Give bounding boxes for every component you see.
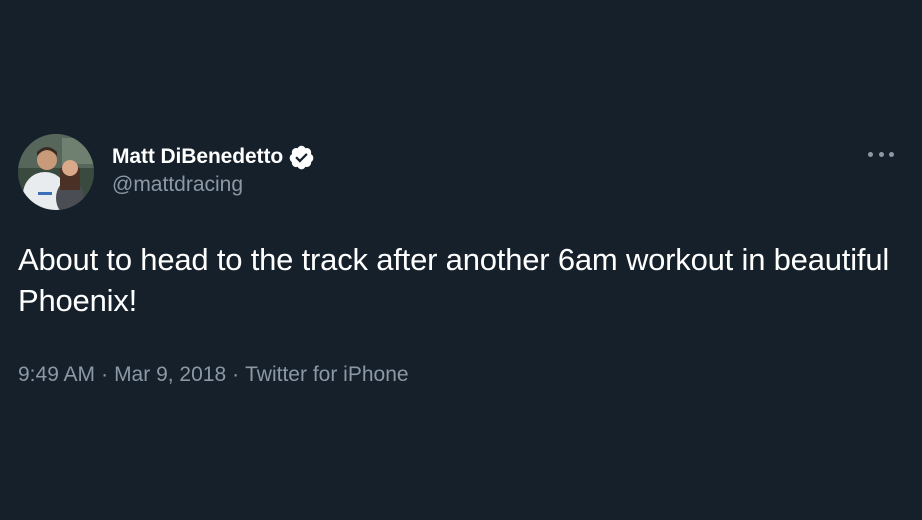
handle[interactable]: @mattdracing [112,173,315,197]
tweet-text: About to head to the track after another… [18,242,890,318]
tweet-source[interactable]: Twitter for iPhone [245,363,408,387]
meta-separator: · [232,363,240,386]
more-dot [868,151,873,157]
more-dot [889,151,894,157]
tweet-time[interactable]: 9:49 AM [18,363,95,387]
author-names: Matt DiBenedetto @mattdracing [112,143,315,197]
tweet-card: Matt DiBenedetto @mattdracing About to h… [18,134,904,387]
tweet-date[interactable]: Mar 9, 2018 [114,363,226,387]
meta-separator: · [101,363,109,386]
display-name-row: Matt DiBenedetto [112,143,315,171]
more-dot [878,151,884,157]
more-options-icon[interactable] [868,144,894,164]
tweet-header: Matt DiBenedetto @mattdracing [18,134,904,212]
tweet-meta: 9:49 AM · Mar 9, 2018 · Twitter for iPho… [18,363,904,387]
display-name[interactable]: Matt DiBenedetto [112,145,283,169]
avatar[interactable] [18,134,94,210]
avatar-image [18,134,94,210]
verified-badge-icon [288,144,315,171]
